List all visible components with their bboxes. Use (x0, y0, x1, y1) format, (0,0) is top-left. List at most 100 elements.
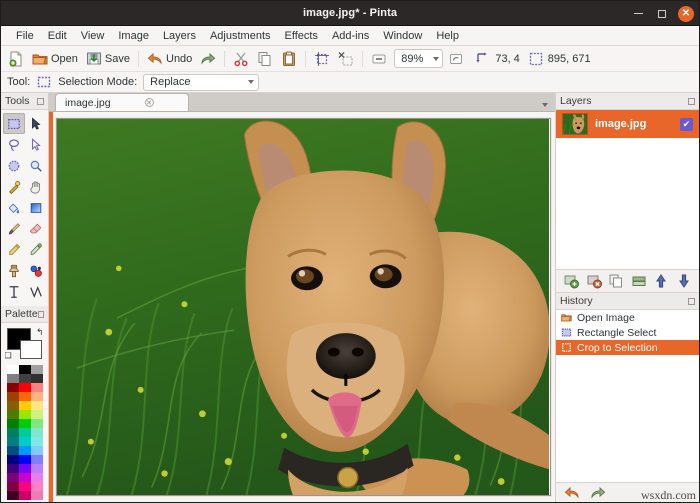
palette-swatch-40[interactable] (19, 482, 31, 491)
palette-swatch-34[interactable] (19, 464, 31, 473)
deselect-button[interactable] (335, 48, 357, 70)
move-layer-down-icon[interactable] (676, 273, 692, 289)
palette-swatch-25[interactable] (19, 437, 31, 446)
tool-rectangle-select[interactable] (3, 113, 25, 134)
menu-file[interactable]: File (9, 28, 41, 44)
palette-swatch-33[interactable] (7, 464, 19, 473)
palette-swatch-32[interactable] (31, 455, 43, 464)
palette-swatch-30[interactable] (7, 455, 19, 464)
zoom-combobox[interactable]: 89% (394, 49, 443, 68)
palette-swatch-12[interactable] (7, 401, 19, 410)
crop-to-selection-button[interactable] (311, 48, 333, 70)
palette-swatch-7[interactable] (19, 383, 31, 392)
add-layer-icon[interactable] (563, 273, 579, 289)
tool-move-selected[interactable] (25, 113, 47, 134)
redo-button[interactable] (197, 48, 219, 70)
palette-swatch-35[interactable] (31, 464, 43, 473)
palette-swatch-18[interactable] (7, 419, 19, 428)
palette-swatch-23[interactable] (31, 428, 43, 437)
palette-swatch-9[interactable] (7, 392, 19, 401)
tool-pencil[interactable] (3, 239, 25, 260)
layers-panel-collapse-icon[interactable] (688, 98, 695, 105)
maximize-button[interactable] (654, 6, 670, 22)
menu-view[interactable]: View (74, 28, 112, 44)
tool-color-picker[interactable] (25, 239, 47, 260)
undo-button[interactable]: Undo (144, 48, 195, 70)
palette-swatch-4[interactable] (19, 374, 31, 383)
palette-swatch-37[interactable] (19, 473, 31, 482)
history-item-open-image[interactable]: Open Image (556, 310, 699, 325)
palette-swatch-21[interactable] (7, 428, 19, 437)
tool-clone-stamp[interactable] (3, 260, 25, 281)
tool-ellipse-select[interactable] (3, 155, 25, 176)
palette-swatch-36[interactable] (7, 473, 19, 482)
menu-edit[interactable]: Edit (41, 28, 74, 44)
menu-window[interactable]: Window (376, 28, 429, 44)
duplicate-layer-icon[interactable] (608, 273, 624, 289)
tab-list-chevron-icon[interactable] (542, 103, 548, 107)
tool-pan[interactable] (25, 176, 47, 197)
menu-effects[interactable]: Effects (278, 28, 325, 44)
palette-swatch-43[interactable] (19, 491, 31, 500)
tools-panel-collapse-icon[interactable] (37, 98, 44, 105)
menu-help[interactable]: Help (429, 28, 466, 44)
menu-adjustments[interactable]: Adjustments (203, 28, 278, 44)
palette-swatch-20[interactable] (31, 419, 43, 428)
canvas-area[interactable] (49, 112, 555, 502)
menu-addins[interactable]: Add-ins (325, 28, 376, 44)
palette-swatch-1[interactable] (19, 365, 31, 374)
tool-zoom[interactable] (25, 155, 47, 176)
layer-visibility-checkbox[interactable]: ✔ (680, 118, 693, 131)
secondary-color-swatch[interactable] (20, 340, 42, 359)
copy-button[interactable] (254, 48, 276, 70)
palette-swatch-15[interactable] (7, 410, 19, 419)
palette-swatch-24[interactable] (7, 437, 19, 446)
history-undo-icon[interactable] (564, 485, 580, 501)
palette-swatch-28[interactable] (19, 446, 31, 455)
close-button[interactable]: ✕ (678, 6, 694, 22)
tool-gradient[interactable] (25, 197, 47, 218)
menu-image[interactable]: Image (111, 28, 156, 44)
swap-colors-icon[interactable]: ↰ (36, 327, 44, 338)
palette-swatch-11[interactable] (31, 392, 43, 401)
paste-button[interactable] (278, 48, 300, 70)
delete-layer-icon[interactable] (586, 273, 602, 289)
move-layer-up-icon[interactable] (653, 273, 669, 289)
palette-swatch-19[interactable] (19, 419, 31, 428)
minimize-button[interactable] (630, 6, 646, 22)
palette-swatch-42[interactable] (7, 491, 19, 500)
tool-move-selection[interactable] (25, 134, 47, 155)
merge-layer-down-icon[interactable] (631, 273, 647, 289)
tool-lasso-select[interactable] (3, 134, 25, 155)
history-item-rectangle-select[interactable]: Rectangle Select (556, 325, 699, 340)
palette-swatch-29[interactable] (31, 446, 43, 455)
palette-swatch-44[interactable] (31, 491, 43, 500)
palette-swatch-39[interactable] (7, 482, 19, 491)
open-button[interactable]: Open (29, 48, 81, 70)
zoom-to-window-button[interactable] (445, 48, 467, 70)
history-redo-icon[interactable] (590, 485, 606, 501)
tab-image-jpg[interactable]: image.jpg ✕ (55, 93, 189, 111)
palette-swatch-31[interactable] (19, 455, 31, 464)
palette-swatch-2[interactable] (31, 365, 43, 374)
image-canvas[interactable] (56, 118, 551, 496)
reset-colors-icon[interactable]: ❏ (5, 351, 12, 360)
tool-eraser[interactable] (25, 218, 47, 239)
palette-swatch-38[interactable] (31, 473, 43, 482)
save-button[interactable]: Save (83, 48, 133, 70)
palette-swatch-16[interactable] (19, 410, 31, 419)
palette-swatch-14[interactable] (31, 401, 43, 410)
tool-paintbrush[interactable] (3, 218, 25, 239)
palette-swatch-0[interactable] (7, 365, 19, 374)
history-item-crop-to-selection[interactable]: Crop to Selection (556, 340, 699, 355)
tab-close-icon[interactable]: ✕ (145, 98, 154, 107)
tool-line-curve[interactable] (25, 281, 47, 302)
palette-swatch-5[interactable] (31, 374, 43, 383)
palette-swatch-8[interactable] (31, 383, 43, 392)
palette-swatch-10[interactable] (19, 392, 31, 401)
tool-recolor[interactable] (25, 260, 47, 281)
palette-swatch-13[interactable] (19, 401, 31, 410)
palette-panel-collapse-icon[interactable] (38, 311, 44, 318)
tool-magic-wand[interactable] (3, 176, 25, 197)
palette-swatch-6[interactable] (7, 383, 19, 392)
